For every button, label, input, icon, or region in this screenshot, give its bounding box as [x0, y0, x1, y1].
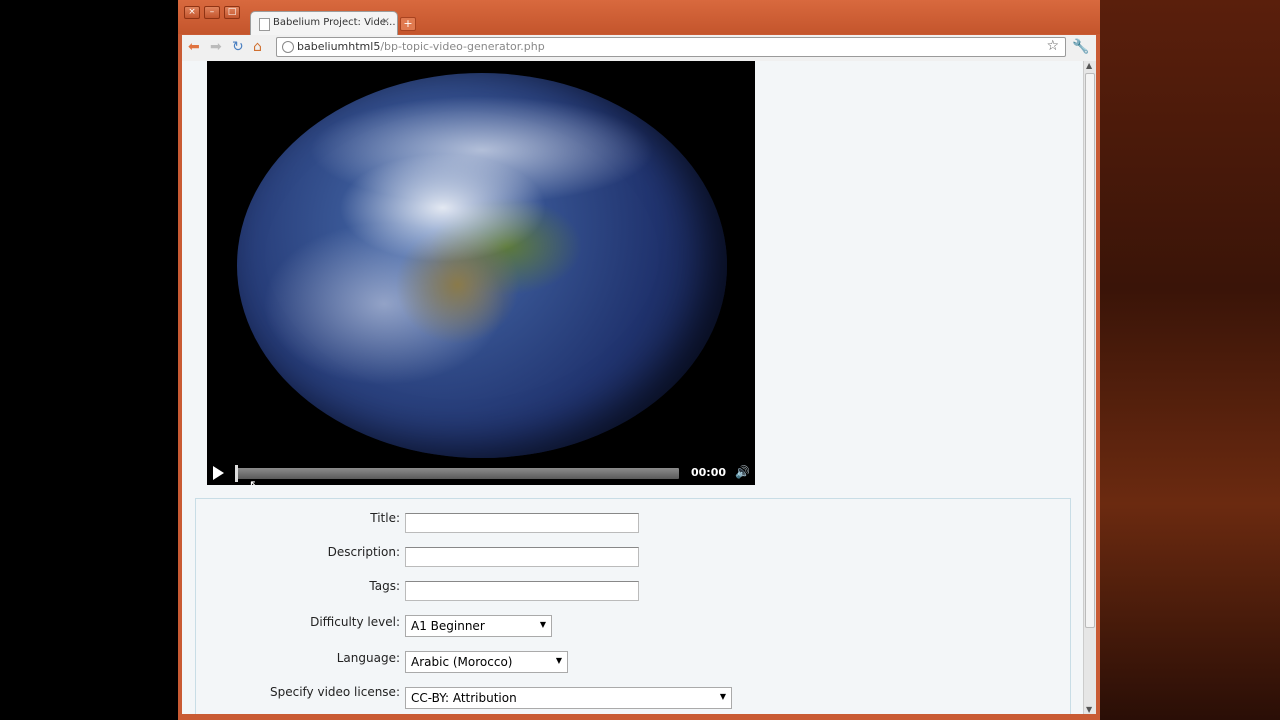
url-text: babeliumhtml5/bp-topic-video-generator.p…	[297, 40, 545, 53]
title-bar: × – □ Babelium Project: Vide... × +	[178, 0, 1100, 35]
globe-icon	[282, 41, 294, 53]
time-display: 00:00	[691, 466, 727, 479]
tab-close-icon[interactable]: ×	[382, 16, 390, 27]
language-label: Language:	[336, 651, 400, 665]
video-frame-earth	[237, 73, 727, 458]
license-select[interactable]: CC-BY: Attribution ▼	[405, 687, 732, 709]
vertical-scrollbar[interactable]: ▲ ▼	[1083, 61, 1096, 714]
video-player[interactable]: 00:00 🔊 ↖	[207, 61, 755, 485]
description-input[interactable]	[405, 547, 639, 567]
browser-tab[interactable]: Babelium Project: Vide... ×	[250, 11, 398, 35]
dropdown-arrow-icon: ▼	[719, 692, 726, 701]
browser-window: × – □ Babelium Project: Vide... × + ⬅ ➡ …	[178, 0, 1100, 720]
volume-icon[interactable]: 🔊	[735, 465, 750, 479]
dropdown-arrow-icon: ▼	[555, 656, 562, 665]
tab-title: Babelium Project: Vide...	[273, 17, 396, 28]
scroll-down-icon[interactable]: ▼	[1086, 705, 1092, 714]
tags-label: Tags:	[369, 579, 400, 593]
title-label: Title:	[370, 511, 400, 525]
desktop-background	[1100, 0, 1280, 720]
video-details-form: Title: Description: Tags: Difficulty lev…	[195, 498, 1071, 714]
difficulty-label: Difficulty level:	[310, 615, 400, 629]
address-bar[interactable]: babeliumhtml5/bp-topic-video-generator.p…	[276, 37, 1066, 57]
back-arrow-icon[interactable]: ⬅	[188, 39, 200, 55]
reload-icon[interactable]: ↻	[232, 39, 244, 55]
scroll-thumb[interactable]	[1085, 73, 1095, 628]
seek-bar[interactable]	[235, 465, 679, 482]
description-label: Description:	[327, 545, 400, 559]
language-value: Arabic (Morocco)	[411, 655, 513, 669]
wrench-icon[interactable]: 🔧	[1072, 39, 1089, 55]
dropdown-arrow-icon: ▼	[539, 620, 546, 629]
new-tab-button[interactable]: +	[400, 17, 416, 31]
minimize-window-button[interactable]: –	[204, 6, 220, 19]
tags-input[interactable]	[405, 581, 639, 601]
bookmark-star-icon[interactable]: ☆	[1046, 38, 1059, 54]
difficulty-value: A1 Beginner	[411, 619, 485, 633]
video-controls: 00:00 🔊	[207, 461, 755, 485]
maximize-window-button[interactable]: □	[224, 6, 240, 19]
forward-arrow-icon[interactable]: ➡	[210, 39, 222, 55]
difficulty-select[interactable]: A1 Beginner ▼	[405, 615, 552, 637]
page-icon	[259, 18, 270, 31]
license-value: CC-BY: Attribution	[411, 691, 517, 705]
license-label: Specify video license:	[269, 685, 400, 699]
mouse-cursor-icon: ↖	[249, 478, 260, 485]
desktop-left	[0, 0, 178, 720]
title-input[interactable]	[405, 513, 639, 533]
home-icon[interactable]: ⌂	[253, 39, 262, 55]
browser-toolbar: ⬅ ➡ ↻ ⌂ babeliumhtml5/bp-topic-video-gen…	[182, 35, 1096, 61]
page-content: 00:00 🔊 ↖ Title: Description: Tags: Diff…	[182, 61, 1096, 714]
scroll-up-icon[interactable]: ▲	[1086, 61, 1092, 70]
close-window-button[interactable]: ×	[184, 6, 200, 19]
seek-handle[interactable]	[235, 465, 238, 482]
play-icon[interactable]	[213, 466, 224, 480]
language-select[interactable]: Arabic (Morocco) ▼	[405, 651, 568, 673]
